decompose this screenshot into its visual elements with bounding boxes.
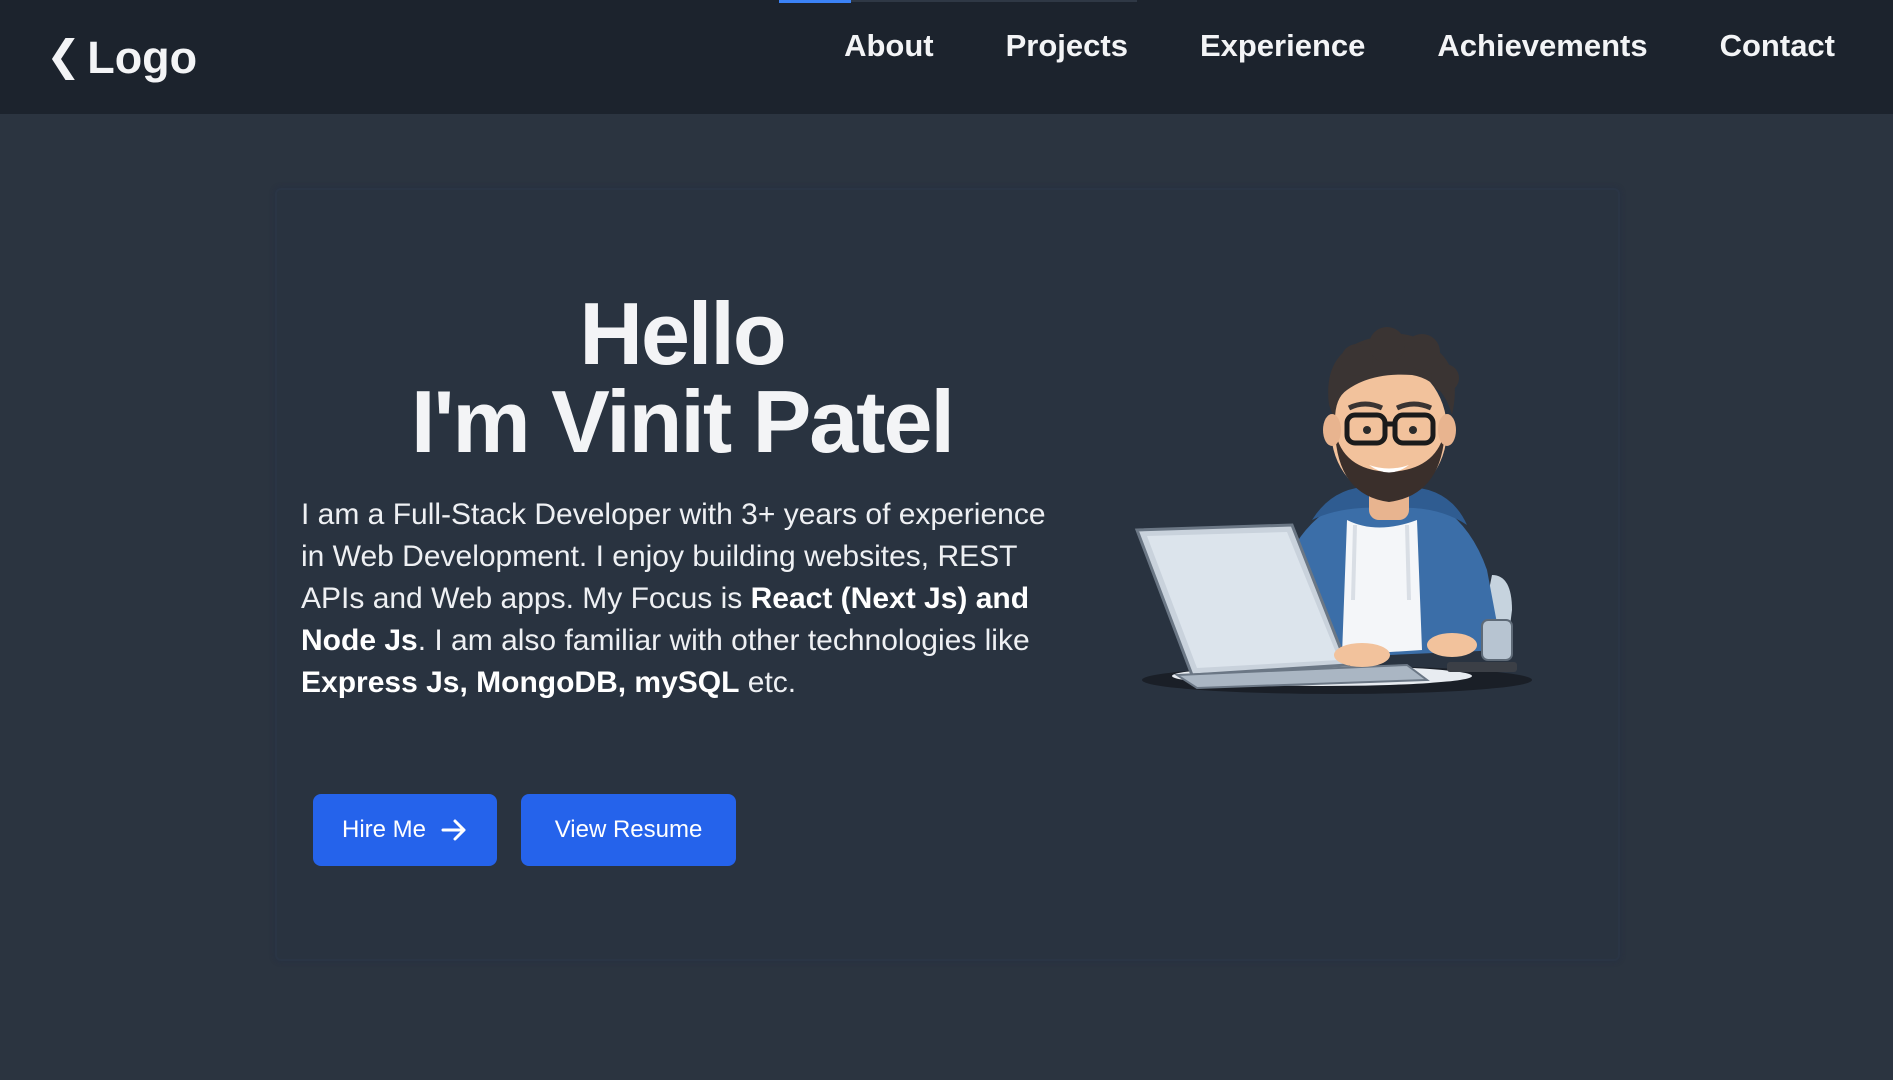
developer-avatar-illustration: [1134, 327, 1532, 694]
desc-part-3: etc.: [739, 666, 797, 699]
arrow-right-icon: [441, 819, 466, 841]
hire-me-button[interactable]: Hire Me: [313, 794, 497, 866]
hero-title-line1: Hello: [579, 284, 786, 383]
hero-description: I am a Full-Stack Developer with 3+ year…: [301, 494, 1061, 704]
nav-link-about[interactable]: About: [844, 28, 934, 64]
hero-title-line2: I'm Vinit Patel: [411, 372, 955, 471]
view-resume-label: View Resume: [554, 816, 703, 843]
navbar: ❮ Logo About Projects Experience Achieve…: [0, 0, 1893, 114]
nav-link-experience[interactable]: Experience: [1200, 28, 1365, 64]
logo[interactable]: ❮ Logo: [46, 30, 197, 86]
nav-active-indicator: [779, 0, 851, 3]
desc-part-2: . I am also familiar with other technolo…: [417, 624, 1030, 657]
view-resume-button[interactable]: View Resume: [521, 794, 736, 866]
nav-link-achievements[interactable]: Achievements: [1437, 28, 1647, 64]
desc-bold-2: Express Js, MongoDB, mySQL: [301, 666, 740, 699]
nav-scroll-track: [851, 0, 1137, 2]
nav-link-projects[interactable]: Projects: [1006, 28, 1128, 64]
logo-text: Logo: [87, 32, 198, 83]
hero-title: Hello I'm Vinit Patel: [277, 290, 1087, 466]
hire-me-label: Hire Me: [341, 816, 426, 843]
nav-links: About Projects Experience Achievements C…: [844, 22, 1835, 70]
hero-card: Hello I'm Vinit Patel I am a Full-Stack …: [275, 188, 1620, 961]
chevron-left-icon: ❮: [46, 32, 82, 79]
nav-link-contact[interactable]: Contact: [1720, 28, 1835, 64]
